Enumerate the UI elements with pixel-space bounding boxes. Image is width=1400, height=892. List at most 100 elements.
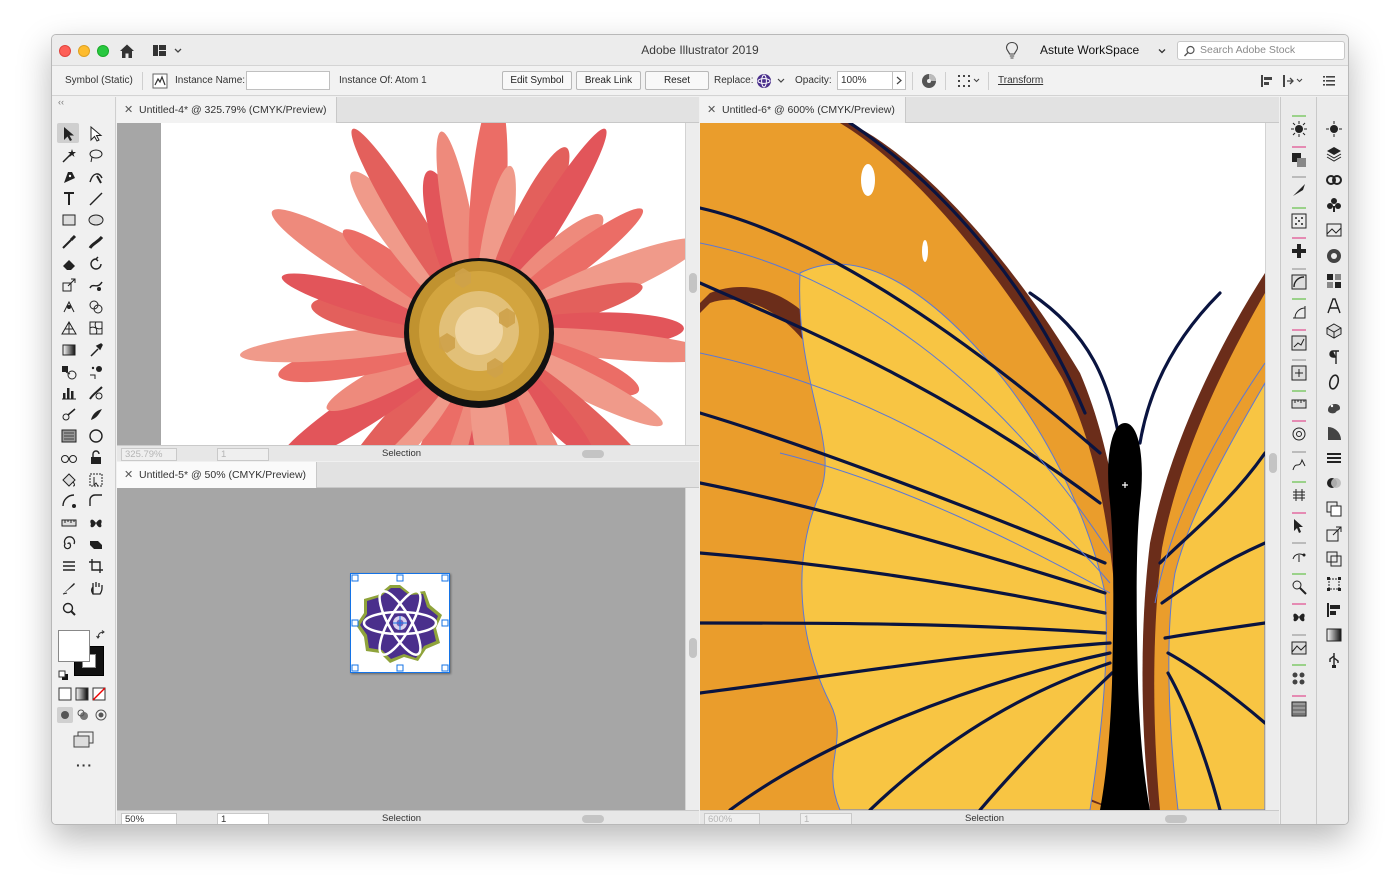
more-tools-icon[interactable]: ··· bbox=[76, 757, 93, 773]
zoom-field[interactable]: 600% bbox=[704, 813, 760, 824]
document-tab[interactable]: ✕ Untitled-5* @ 50% (CMYK/Preview) bbox=[117, 462, 318, 488]
document-window-flower[interactable]: ✕ Untitled-4* @ 325.79% (CMYK/Preview) 3… bbox=[117, 97, 699, 461]
shape-builder-tool[interactable] bbox=[84, 296, 106, 316]
swap-fill-stroke-icon[interactable] bbox=[96, 630, 107, 641]
replace-symbol-dropdown[interactable] bbox=[754, 71, 788, 91]
ellipse-tool[interactable] bbox=[84, 209, 106, 229]
pointer-icon[interactable] bbox=[1288, 516, 1310, 536]
draw-inside-icon[interactable] bbox=[93, 707, 109, 723]
layers-icon[interactable] bbox=[1323, 144, 1345, 164]
artboards-icon[interactable] bbox=[1323, 549, 1345, 569]
vertical-scrollbar[interactable] bbox=[1265, 123, 1279, 810]
color-mode-icon[interactable] bbox=[58, 687, 72, 701]
stack-tool[interactable] bbox=[57, 555, 79, 575]
image-icon[interactable] bbox=[1323, 220, 1345, 240]
draw-normal-icon[interactable] bbox=[57, 707, 73, 723]
gear-brush-icon[interactable] bbox=[1288, 577, 1310, 597]
paintbrush-tool[interactable] bbox=[57, 231, 79, 251]
default-colors-icon[interactable] bbox=[58, 670, 69, 681]
column-graph-tool[interactable] bbox=[57, 382, 79, 402]
lock-tool[interactable] bbox=[84, 447, 106, 467]
color-wheel-icon[interactable] bbox=[1323, 246, 1345, 266]
blob-brush-tool[interactable] bbox=[84, 231, 106, 251]
gradient-panel-icon[interactable] bbox=[1323, 625, 1345, 645]
minimize-window-button[interactable] bbox=[78, 45, 90, 57]
grid-icon[interactable] bbox=[1323, 271, 1345, 291]
reset-button[interactable]: Reset bbox=[645, 71, 709, 90]
artboard-field[interactable]: 1 bbox=[800, 813, 852, 824]
opentype-icon[interactable] bbox=[1323, 372, 1345, 392]
brush-icon[interactable] bbox=[1288, 180, 1310, 200]
zoom-tool[interactable] bbox=[57, 598, 79, 618]
fill-swatch[interactable] bbox=[58, 630, 90, 662]
screen-mode-icon[interactable] bbox=[73, 731, 95, 749]
live-paint-selection-tool[interactable] bbox=[84, 469, 106, 489]
lasso-tool[interactable] bbox=[84, 145, 106, 165]
arc-tool[interactable] bbox=[57, 490, 79, 510]
gradient-tool[interactable] bbox=[57, 339, 79, 359]
curvature-tool[interactable] bbox=[84, 166, 106, 186]
direct-selection-tool[interactable] bbox=[84, 123, 106, 143]
arrange-documents-icon[interactable] bbox=[152, 43, 186, 59]
bird-icon[interactable] bbox=[1288, 546, 1310, 566]
type-tool[interactable] bbox=[57, 188, 79, 208]
artboard-field[interactable]: 1 bbox=[217, 813, 269, 824]
pathfinder-icon[interactable] bbox=[1288, 150, 1310, 170]
texture-tool[interactable] bbox=[57, 425, 79, 445]
horizontal-scroll-thumb[interactable] bbox=[582, 450, 604, 458]
circle-tool[interactable] bbox=[84, 425, 106, 445]
artboard-canvas[interactable] bbox=[117, 123, 685, 445]
export-icon[interactable] bbox=[1323, 524, 1345, 544]
chart-icon[interactable] bbox=[1288, 333, 1310, 353]
paint-bucket-tool[interactable] bbox=[57, 469, 79, 489]
pattern-icon[interactable] bbox=[1288, 211, 1310, 231]
panel-menu-icon[interactable] bbox=[1322, 74, 1336, 88]
arc-corner-tool[interactable] bbox=[84, 490, 106, 510]
blend-tool[interactable] bbox=[57, 361, 79, 381]
close-icon[interactable]: ✕ bbox=[707, 103, 716, 116]
smart-remove-brush-tool[interactable] bbox=[84, 404, 106, 424]
artboard-field[interactable]: 1 bbox=[217, 448, 269, 461]
symbol-shifter-tool[interactable] bbox=[84, 382, 106, 402]
rectangle-tool[interactable] bbox=[57, 209, 79, 229]
close-window-button[interactable] bbox=[59, 45, 71, 57]
align-icon[interactable] bbox=[1288, 363, 1310, 383]
edit-symbol-button[interactable]: Edit Symbol bbox=[502, 71, 572, 90]
character-icon[interactable] bbox=[1323, 296, 1345, 316]
transparency-icon[interactable] bbox=[1323, 473, 1345, 493]
zoom-field[interactable]: 325.79% bbox=[121, 448, 177, 461]
stroke-icon[interactable] bbox=[1323, 448, 1345, 468]
landscape-icon[interactable] bbox=[1288, 638, 1310, 658]
opacity-field[interactable]: 100% bbox=[837, 71, 893, 90]
paragraph-icon[interactable] bbox=[1323, 347, 1345, 367]
eraser-tool[interactable] bbox=[57, 253, 79, 273]
instance-name-field[interactable] bbox=[246, 71, 330, 90]
brightness-icon[interactable] bbox=[1288, 119, 1310, 139]
fill-stroke-widget[interactable] bbox=[58, 630, 110, 682]
close-icon[interactable]: ✕ bbox=[124, 468, 133, 481]
document-tab[interactable]: ✕ Untitled-6* @ 600% (CMYK/Preview) bbox=[700, 97, 906, 123]
document-tab[interactable]: ✕ Untitled-4* @ 325.79% (CMYK/Preview) bbox=[117, 97, 338, 123]
recolor-artwork-icon[interactable] bbox=[921, 73, 937, 89]
arc-icon[interactable] bbox=[1288, 272, 1310, 292]
symbol-sprayer-tool[interactable] bbox=[84, 361, 106, 381]
3d-cube-icon[interactable] bbox=[1323, 321, 1345, 341]
dynamic-sketch-tool[interactable] bbox=[57, 404, 79, 424]
gradient-shape-icon[interactable] bbox=[1323, 423, 1345, 443]
pen-tool[interactable] bbox=[57, 166, 79, 186]
ruler-icon[interactable] bbox=[1288, 394, 1310, 414]
align-panel-icon[interactable] bbox=[1323, 600, 1345, 620]
warp-tool[interactable] bbox=[84, 274, 106, 294]
target-icon[interactable] bbox=[1288, 424, 1310, 444]
break-link-button[interactable]: Break Link bbox=[576, 71, 641, 90]
spiral-tool[interactable] bbox=[57, 533, 79, 553]
close-icon[interactable]: ✕ bbox=[124, 103, 133, 116]
texture-icon[interactable] bbox=[1288, 699, 1310, 719]
rotate-tool[interactable] bbox=[84, 253, 106, 273]
workspace-switcher[interactable]: Astute WorkSpace bbox=[1040, 43, 1166, 57]
butterfly-tool[interactable] bbox=[84, 512, 106, 532]
draw-behind-icon[interactable] bbox=[75, 707, 91, 723]
align-panel-icon[interactable] bbox=[1260, 74, 1274, 88]
horizontal-scroll-thumb[interactable] bbox=[582, 815, 604, 823]
search-stock-input[interactable]: Search Adobe Stock bbox=[1177, 41, 1345, 60]
